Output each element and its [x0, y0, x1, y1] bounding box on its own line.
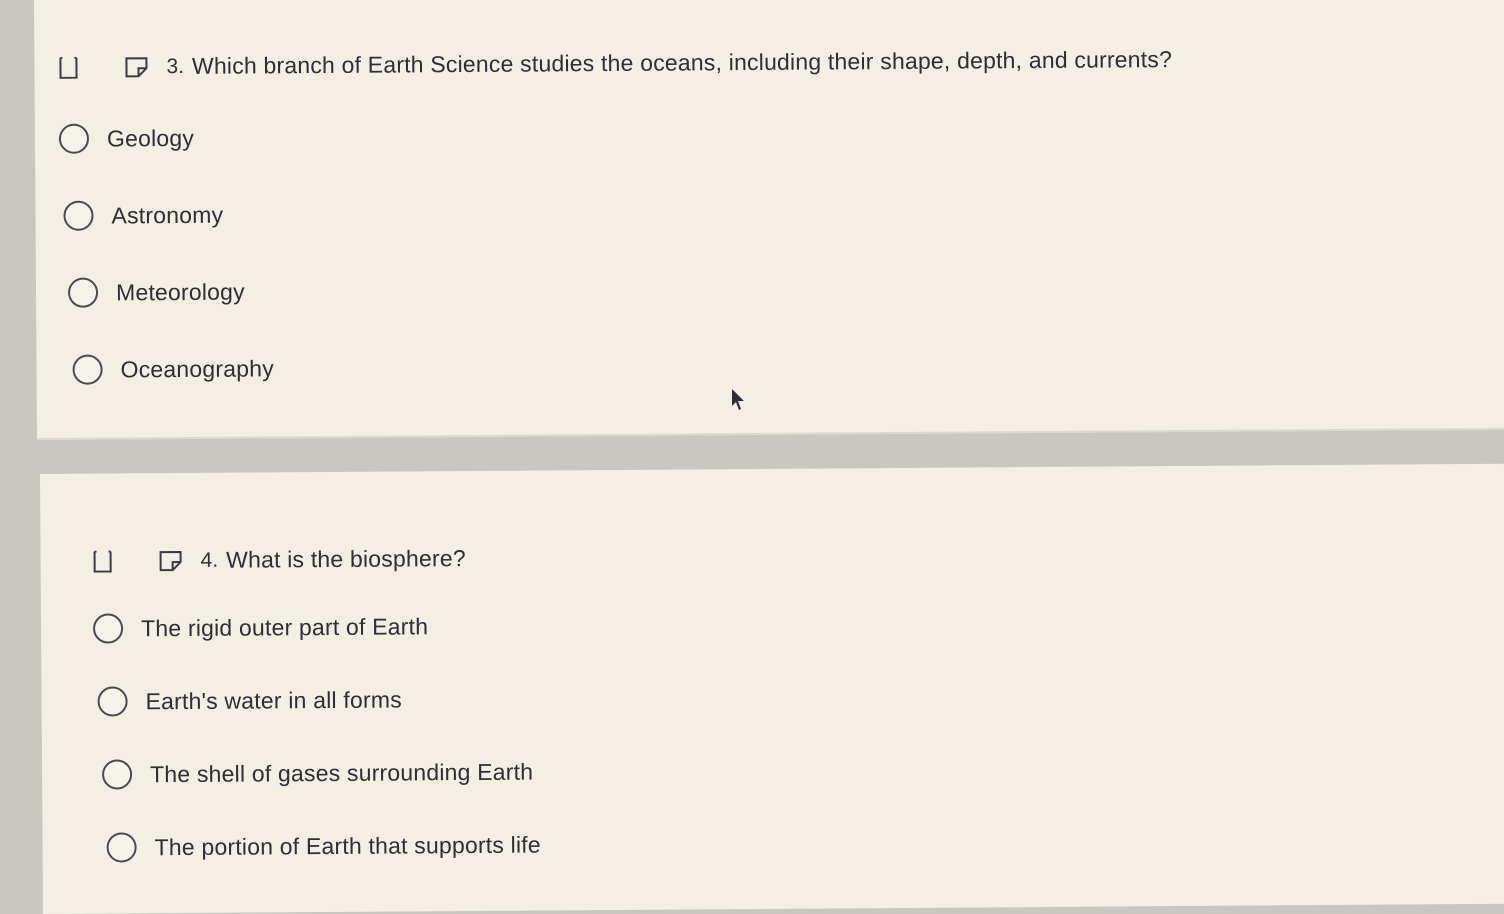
question-number: 3.: [166, 54, 185, 78]
radio-button[interactable]: [106, 832, 137, 863]
radio-button[interactable]: [92, 613, 124, 644]
answer-option[interactable]: Oceanography: [72, 353, 274, 385]
question-card-4: 4. What is the biosphere? The rigid oute…: [40, 463, 1504, 914]
radio-button[interactable]: [67, 277, 99, 308]
mouse-cursor-icon: [731, 388, 745, 412]
option-label: Astronomy: [111, 201, 224, 228]
answer-option[interactable]: The portion of Earth that supports life: [106, 830, 541, 863]
answer-option[interactable]: Earth's water in all forms: [97, 684, 402, 717]
radio-button[interactable]: [72, 354, 103, 385]
answer-option[interactable]: Geology: [58, 123, 195, 154]
radio-button[interactable]: [101, 759, 133, 790]
radio-button[interactable]: [63, 200, 94, 231]
bookmark-icon[interactable]: [93, 550, 113, 573]
flag-icon[interactable]: [124, 56, 148, 78]
question-header: 3. Which branch of Earth Science studies…: [58, 46, 1172, 81]
option-label: The shell of gases surrounding Earth: [150, 758, 534, 787]
answer-option[interactable]: Astronomy: [63, 200, 223, 231]
answer-option[interactable]: Meteorology: [67, 277, 245, 308]
option-label: Geology: [106, 124, 195, 151]
flag-icon[interactable]: [159, 550, 183, 572]
answer-option[interactable]: The shell of gases surrounding Earth: [101, 757, 534, 790]
question-card-3: 3. Which branch of Earth Science studies…: [34, 0, 1504, 440]
bookmark-icon[interactable]: [58, 56, 78, 79]
question-text: What is the biosphere?: [226, 545, 466, 573]
answer-option[interactable]: The rigid outer part of Earth: [92, 611, 429, 644]
question-text: Which branch of Earth Science studies th…: [191, 46, 1173, 79]
radio-button[interactable]: [58, 123, 90, 154]
question-number: 4.: [200, 548, 219, 572]
option-label: The portion of Earth that supports life: [154, 831, 541, 860]
option-label: Meteorology: [115, 278, 245, 305]
question-header: 4. What is the biosphere?: [93, 545, 466, 575]
option-label: The rigid outer part of Earth: [140, 612, 429, 641]
option-label: Oceanography: [120, 354, 274, 382]
radio-button[interactable]: [97, 686, 128, 717]
option-label: Earth's water in all forms: [145, 685, 402, 714]
